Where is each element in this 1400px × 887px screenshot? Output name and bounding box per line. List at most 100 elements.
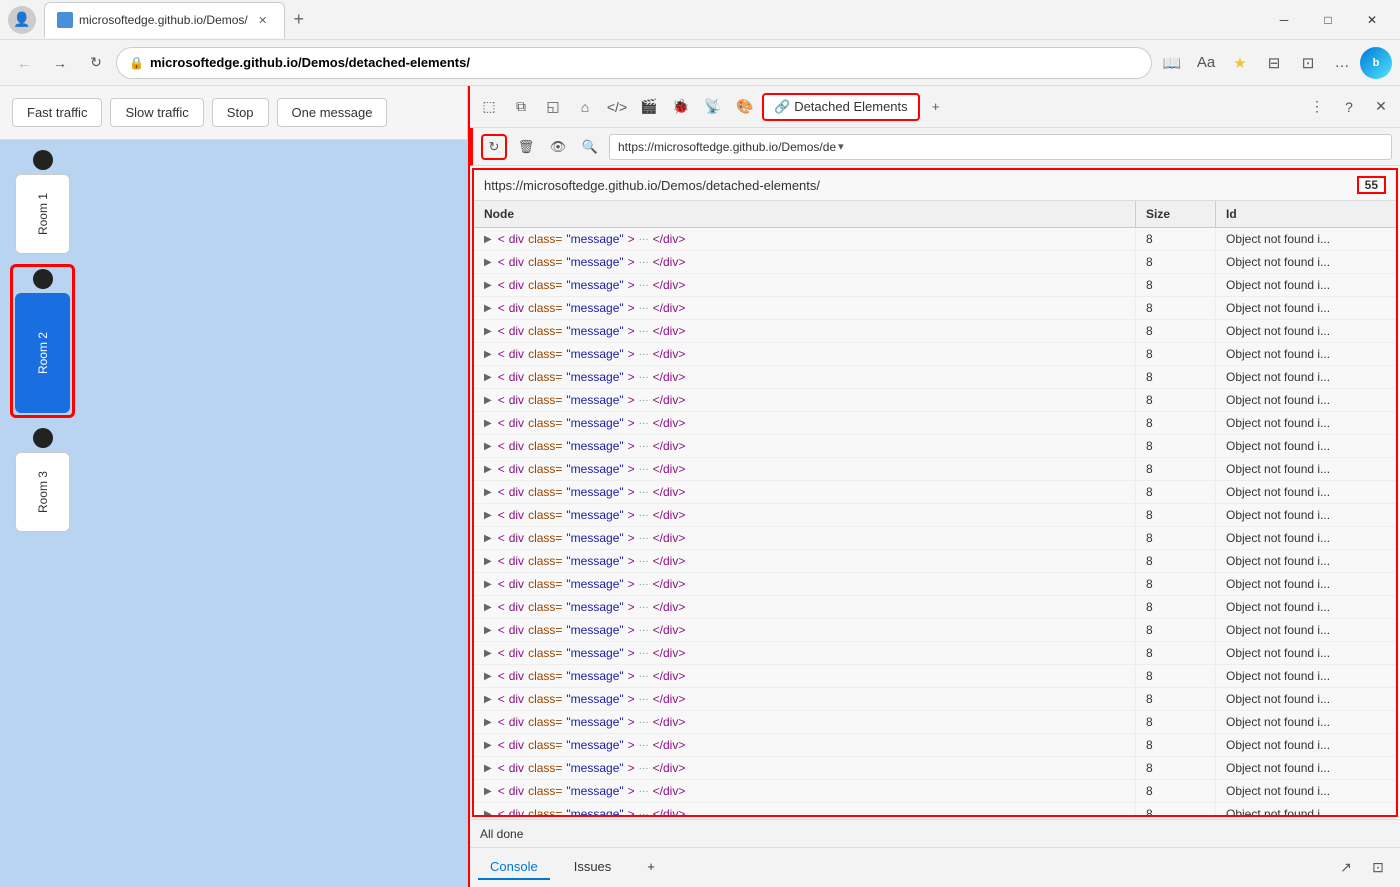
issues-tab[interactable]: Issues [562,855,624,880]
expand-icon[interactable]: ▶ [484,533,492,544]
bing-button[interactable]: b [1360,47,1392,79]
inspect-element-button[interactable]: ⬚ [474,92,504,122]
reading-view-button[interactable]: 📖 [1156,47,1188,79]
room-2-card[interactable]: Room 2 [15,293,70,413]
stop-button[interactable]: Stop [212,98,269,127]
devtools-home-button[interactable]: ⌂ [570,92,600,122]
active-tab[interactable]: microsoftedge.github.io/Demos/ ✕ [44,2,285,38]
expand-icon[interactable]: ▶ [484,556,492,567]
table-row[interactable]: ▶<div class="message"> ··· </div>8Object… [474,757,1396,780]
reader-mode-button[interactable]: Aa [1190,47,1222,79]
table-body[interactable]: ▶<div class="message"> ··· </div>8Object… [474,228,1396,815]
devtools-url-dropdown[interactable]: ▾ [838,140,844,153]
devtools-refresh-button[interactable]: ↻ [481,134,507,160]
table-row[interactable]: ▶<div class="message"> ··· </div>8Object… [474,320,1396,343]
devtools-more-tabs-button[interactable]: + [922,93,950,121]
table-row[interactable]: ▶<div class="message"> ··· </div>8Object… [474,274,1396,297]
devtools-eye-button[interactable]: 👁 [545,134,571,160]
table-row[interactable]: ▶<div class="message"> ··· </div>8Object… [474,711,1396,734]
table-row[interactable]: ▶<div class="message"> ··· </div>8Object… [474,343,1396,366]
table-row[interactable]: ▶<div class="message"> ··· </div>8Object… [474,688,1396,711]
expand-icon[interactable]: ▶ [484,280,492,291]
table-row[interactable]: ▶<div class="message"> ··· </div>8Object… [474,504,1396,527]
expand-icon[interactable]: ▶ [484,648,492,659]
expand-icon[interactable]: ▶ [484,602,492,613]
forward-button[interactable]: → [44,47,76,79]
expand-icon[interactable]: ▶ [484,625,492,636]
device-emulation-button[interactable]: ⧉ [506,92,536,122]
table-row[interactable]: ▶<div class="message"> ··· </div>8Object… [474,665,1396,688]
expand-icon[interactable]: ▶ [484,740,492,751]
minimize-button[interactable]: ─ [1264,5,1304,35]
profile-button[interactable]: 👤 [8,6,36,34]
back-button[interactable]: ← [8,47,40,79]
expand-icon[interactable]: ▶ [484,303,492,314]
more-tools-button[interactable]: … [1326,47,1358,79]
devtools-paint-button[interactable]: 🎨 [730,92,760,122]
favorites-button[interactable]: ★ [1224,47,1256,79]
expand-icon[interactable]: ▶ [484,763,492,774]
table-row[interactable]: ▶<div class="message"> ··· </div>8Object… [474,596,1396,619]
maximize-button[interactable]: □ [1308,5,1348,35]
console-export-icon[interactable]: ↗ [1332,854,1360,882]
one-message-button[interactable]: One message [277,98,388,127]
table-row[interactable]: ▶<div class="message"> ··· </div>8Object… [474,527,1396,550]
fast-traffic-button[interactable]: Fast traffic [12,98,102,127]
expand-icon[interactable]: ▶ [484,441,492,452]
console-tab[interactable]: Console [478,855,550,880]
table-row[interactable]: ▶<div class="message"> ··· </div>8Object… [474,734,1396,757]
expand-icon[interactable]: ▶ [484,694,492,705]
table-row[interactable]: ▶<div class="message"> ··· </div>8Object… [474,435,1396,458]
expand-icon[interactable]: ▶ [484,487,492,498]
toggle-panel-button[interactable]: ◱ [538,92,568,122]
expand-icon[interactable]: ▶ [484,349,492,360]
address-bar[interactable]: 🔒 microsoftedge.github.io/Demos/detached… [116,47,1152,79]
devtools-bug-button[interactable]: 🐞 [666,92,696,122]
expand-icon[interactable]: ▶ [484,326,492,337]
table-row[interactable]: ▶<div class="message"> ··· </div>8Object… [474,803,1396,815]
expand-icon[interactable]: ▶ [484,510,492,521]
expand-icon[interactable]: ▶ [484,395,492,406]
expand-icon[interactable]: ▶ [484,809,492,816]
tab-close-button[interactable]: ✕ [254,11,272,29]
room-2-item[interactable]: Room 2 [10,264,75,418]
expand-icon[interactable]: ▶ [484,717,492,728]
expand-icon[interactable]: ▶ [484,671,492,682]
table-row[interactable]: ▶<div class="message"> ··· </div>8Object… [474,780,1396,803]
add-bottom-tab-button[interactable]: + [635,855,667,880]
table-row[interactable]: ▶<div class="message"> ··· </div>8Object… [474,389,1396,412]
table-row[interactable]: ▶<div class="message"> ··· </div>8Object… [474,573,1396,596]
expand-icon[interactable]: ▶ [484,464,492,475]
table-row[interactable]: ▶<div class="message"> ··· </div>8Object… [474,228,1396,251]
new-tab-button[interactable]: + [285,6,313,34]
table-row[interactable]: ▶<div class="message"> ··· </div>8Object… [474,550,1396,573]
expand-icon[interactable]: ▶ [484,786,492,797]
table-row[interactable]: ▶<div class="message"> ··· </div>8Object… [474,458,1396,481]
devtools-url-input[interactable]: https://microsoftedge.github.io/Demos/de… [609,134,1392,160]
room-3-card[interactable]: Room 3 [15,452,70,532]
table-row[interactable]: ▶<div class="message"> ··· </div>8Object… [474,251,1396,274]
table-row[interactable]: ▶<div class="message"> ··· </div>8Object… [474,619,1396,642]
table-row[interactable]: ▶<div class="message"> ··· </div>8Object… [474,642,1396,665]
table-row[interactable]: ▶<div class="message"> ··· </div>8Object… [474,297,1396,320]
room-3-item[interactable]: Room 3 [10,428,75,532]
devtools-close-button[interactable]: ✕ [1366,92,1396,122]
table-row[interactable]: ▶<div class="message"> ··· </div>8Object… [474,412,1396,435]
expand-icon[interactable]: ▶ [484,579,492,590]
devtools-wifi-button[interactable]: 📡 [698,92,728,122]
split-view-button[interactable]: ⊟ [1258,47,1290,79]
expand-icon[interactable]: ▶ [484,372,492,383]
expand-icon[interactable]: ▶ [484,418,492,429]
devtools-search-button[interactable]: 🔍 [577,134,603,160]
room-1-item[interactable]: Room 1 [10,150,75,254]
close-button[interactable]: ✕ [1352,5,1392,35]
console-clear-icon[interactable]: ⊡ [1364,854,1392,882]
expand-icon[interactable]: ▶ [484,234,492,245]
slow-traffic-button[interactable]: Slow traffic [110,98,203,127]
devtools-camera-button[interactable]: 🎬 [634,92,664,122]
devtools-code-button[interactable]: </> [602,92,632,122]
devtools-help-button[interactable]: ? [1334,92,1364,122]
room-1-card[interactable]: Room 1 [15,174,70,254]
table-row[interactable]: ▶<div class="message"> ··· </div>8Object… [474,481,1396,504]
refresh-button[interactable]: ↻ [80,47,112,79]
